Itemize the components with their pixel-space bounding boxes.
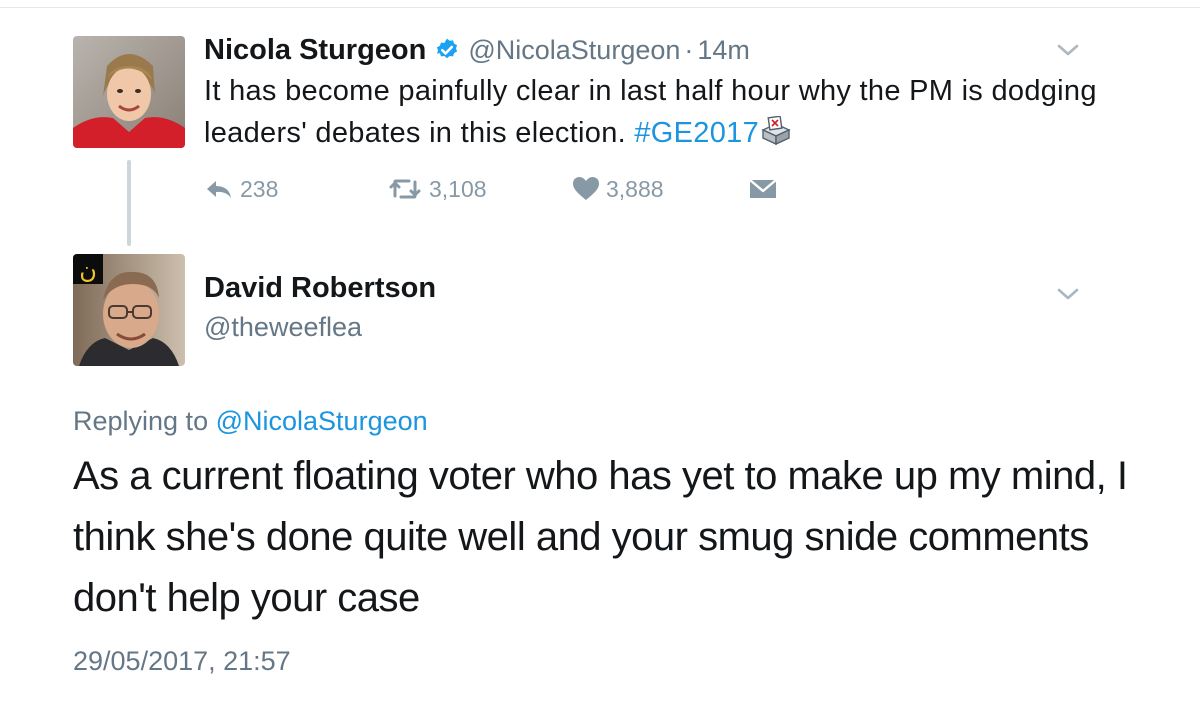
reply-text: As a current floating voter who has yet … [73,454,1128,620]
retweet-count: 3,108 [429,175,487,202]
like-count: 3,888 [606,175,664,202]
verified-badge-icon [434,37,460,63]
tweet-text: It has become painfully clear in last ha… [204,70,1154,154]
tweet-time[interactable]: 14m [697,35,750,66]
author-handle[interactable]: @NicolaSturgeon [468,35,680,66]
replying-to-label: Replying to [73,406,209,436]
like-button[interactable]: 3,888 [572,172,664,206]
thread-connector-line [127,160,131,246]
avatar-david-robertson[interactable]: ن [73,254,185,366]
retweet-button[interactable]: 3,108 [387,172,487,206]
replying-to-mention[interactable]: @NicolaSturgeon [216,406,428,436]
reply-button[interactable]: 238 [204,172,278,206]
reply-author-name[interactable]: David Robertson [204,272,436,305]
separator-dot: · [684,34,694,65]
reply-count: 238 [240,175,279,202]
top-divider [0,7,1200,8]
avatar-nicola-sturgeon[interactable] [73,36,185,148]
author-name[interactable]: Nicola Sturgeon [204,34,426,67]
tweet-header: Nicola Sturgeon @NicolaSturgeon · 14m [204,30,750,70]
avatar-image: ن [73,254,185,366]
reply-timestamp[interactable]: 29/05/2017, 21:57 [73,646,291,677]
reply-icon [207,181,231,198]
ballot-box-icon [759,115,793,146]
avatar-badge-text: ن [79,256,97,284]
avatar-image [73,36,185,148]
direct-message-button[interactable] [748,172,784,206]
envelope-icon [749,179,777,198]
reply-author-handle[interactable]: @theweeflea [204,312,362,343]
replying-to-line: Replying to @NicolaSturgeon [73,406,428,437]
chevron-down-icon[interactable] [1056,42,1080,58]
chevron-down-icon[interactable] [1056,286,1080,302]
hashtag-link[interactable]: #GE2017 [634,117,759,149]
heart-icon [573,177,599,200]
retweet-icon [389,179,421,199]
